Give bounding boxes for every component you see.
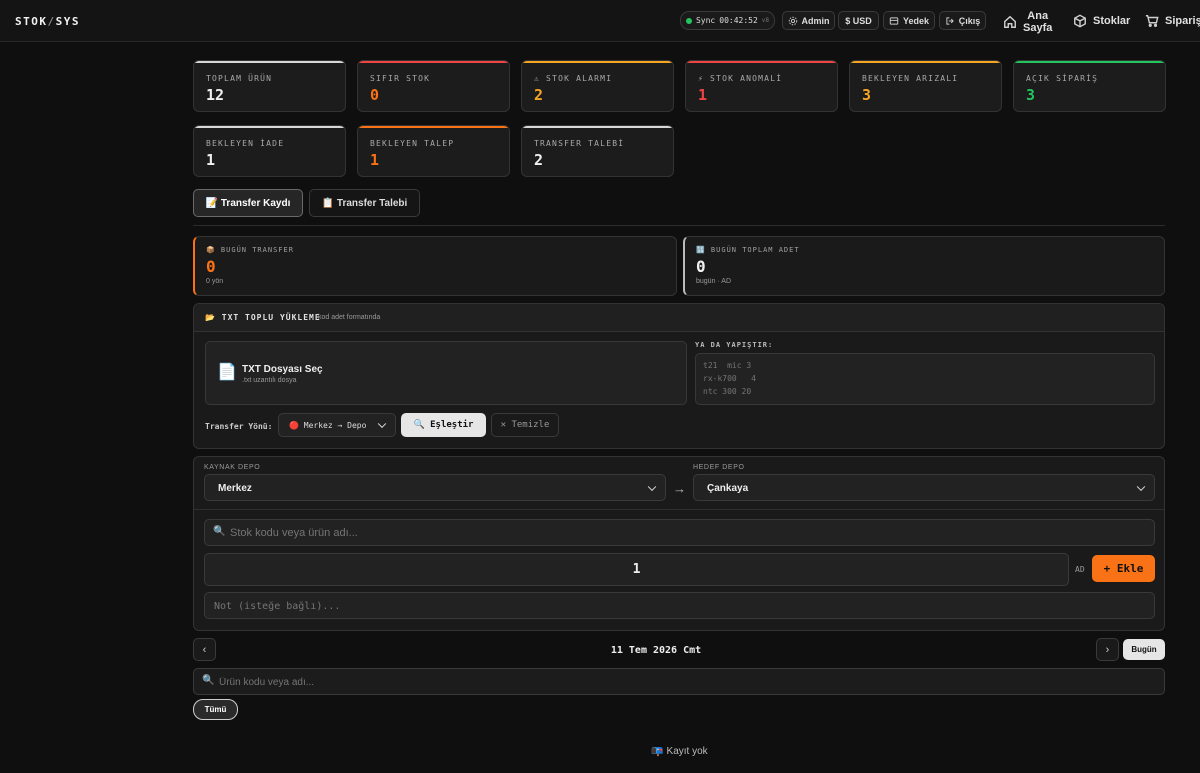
- stat-card-value: 3: [862, 86, 872, 104]
- stat-card[interactable]: BEKLEYEN ARIZALI 3: [849, 60, 1002, 112]
- note-input[interactable]: [214, 598, 1144, 614]
- app-logo[interactable]: STOK/SYS: [15, 15, 80, 28]
- sync-status[interactable]: Sync 00:42:52 v8: [680, 11, 775, 30]
- current-date: 11 Tem 2026 Cmt: [610, 645, 702, 656]
- arrow-icon: →: [673, 481, 686, 496]
- txt-file-picker[interactable]: 📄 TXT Dosyası Seç .txt uzantılı dosya: [205, 341, 687, 405]
- quantity-input[interactable]: 1: [204, 553, 1069, 586]
- chevron-down-icon: [377, 419, 387, 429]
- box-icon: [1074, 14, 1086, 28]
- source-select[interactable]: Merkez: [204, 474, 666, 501]
- direction-label: Transfer Yönü:: [205, 422, 273, 431]
- target-label: HEDEF DEPO: [693, 464, 745, 471]
- stat-card-label: BEKLEYEN İADE: [206, 139, 285, 148]
- stat-card-accent: [522, 126, 673, 128]
- currency-button[interactable]: $ USD: [838, 11, 879, 30]
- today-button[interactable]: Bugün: [1123, 639, 1165, 660]
- stat-card-accent: [850, 61, 1001, 63]
- stat-card-label: ⚡ STOK ANOMALİ: [698, 74, 783, 83]
- stat-card-accent: [522, 61, 673, 63]
- stat-card-accent: [686, 61, 837, 63]
- stat-card-value: 12: [206, 86, 225, 104]
- file-picker-title: TXT Dosyası Seç: [242, 364, 323, 375]
- stock-search-field[interactable]: 🔍: [204, 519, 1155, 546]
- file-icon: 📄: [217, 364, 237, 381]
- chevron-down-icon: [647, 482, 657, 491]
- bulk-upload-panel: 📂 TXT TOPLU YÜKLEME kod adet formatında …: [193, 303, 1165, 449]
- stat-card-label: TRANSFER TALEBİ: [534, 139, 625, 148]
- bulk-upload-header: 📂 TXT TOPLU YÜKLEME kod adet formatında: [194, 304, 1164, 332]
- nav-stocks[interactable]: Stoklar: [1073, 14, 1130, 28]
- bulk-upload-title: 📂 TXT TOPLU YÜKLEME: [205, 313, 321, 322]
- stat-card-label: AÇIK SİPARİŞ: [1026, 74, 1099, 83]
- stat-card[interactable]: TOPLAM ÜRÜN 12: [193, 60, 346, 112]
- clear-button[interactable]: ✕ Temizle: [491, 413, 559, 437]
- stat-card[interactable]: AÇIK SİPARİŞ 3: [1013, 60, 1166, 112]
- search-icon: 🔍: [202, 675, 215, 686]
- unit-label: AD: [1075, 565, 1085, 574]
- logout-button[interactable]: Çıkış: [939, 11, 986, 30]
- stat-card-value: 3: [1026, 86, 1036, 104]
- paste-label: YA DA YAPIŞTIR:: [695, 341, 774, 349]
- chevron-down-icon: [1136, 482, 1146, 491]
- stat-card-label: ⚠ STOK ALARMI: [534, 74, 613, 83]
- stat-card-value: 1: [698, 86, 708, 104]
- empty-state: 📭 Kayıt yok: [651, 746, 708, 757]
- filter-all-button[interactable]: Tümü: [193, 699, 238, 720]
- archive-icon: [889, 16, 899, 25]
- note-field[interactable]: [204, 592, 1155, 619]
- stat-card[interactable]: ⚠ STOK ALARMI 2: [521, 60, 674, 112]
- stat-card-accent: [358, 61, 509, 63]
- file-picker-sub: .txt uzantılı dosya: [242, 377, 297, 384]
- stat-card[interactable]: SIFIR STOK 0: [357, 60, 510, 112]
- stat-card-accent: [194, 126, 345, 128]
- stat-card[interactable]: BEKLEYEN TALEP 1: [357, 125, 510, 177]
- source-label: KAYNAK DEPO: [204, 464, 261, 471]
- stat-card-accent: [358, 126, 509, 128]
- history-search-input[interactable]: [219, 674, 1149, 690]
- top-bar: STOK/SYS Sync 00:42:52 v8 Admin $ USD Ye…: [0, 0, 1200, 42]
- today-transfer-card: 📦 BUGÜN TRANSFER 0 0 yön: [193, 236, 677, 296]
- paste-textarea[interactable]: [695, 353, 1155, 405]
- cart-icon: [1145, 15, 1159, 27]
- next-day-button[interactable]: ›: [1096, 638, 1119, 661]
- stat-card-accent: [194, 61, 345, 63]
- search-icon: 🔍: [213, 526, 226, 537]
- admin-button[interactable]: Admin: [782, 11, 835, 30]
- stock-search-input[interactable]: [230, 525, 1130, 541]
- stat-card-value: 2: [534, 86, 544, 104]
- stat-card-value: 2: [534, 151, 544, 169]
- stat-card[interactable]: ⚡ STOK ANOMALİ 1: [685, 60, 838, 112]
- stat-card[interactable]: BEKLEYEN İADE 1: [193, 125, 346, 177]
- stat-card-value: 1: [370, 151, 380, 169]
- stat-card[interactable]: TRANSFER TALEBİ 2: [521, 125, 674, 177]
- direction-select[interactable]: 🔴 Merkez → Depo: [278, 413, 396, 437]
- logout-icon: [946, 16, 954, 25]
- divider: [193, 225, 1165, 226]
- stat-card-label: BEKLEYEN TALEP: [370, 139, 455, 148]
- form-divider: [194, 509, 1164, 510]
- backup-button[interactable]: Yedek: [883, 11, 935, 30]
- gear-icon: [788, 16, 797, 25]
- tab-transfer-request[interactable]: 📋 Transfer Talebi: [309, 189, 420, 217]
- transfer-form-panel: KAYNAK DEPO Merkez → HEDEF DEPO Çankaya …: [193, 456, 1165, 631]
- stat-card-label: SIFIR STOK: [370, 74, 431, 83]
- today-total-card: 🔢 BUGÜN TOPLAM ADET 0 bugün · AD: [683, 236, 1165, 296]
- match-button[interactable]: 🔍 Eşleştir: [401, 413, 486, 437]
- stat-card-value: 1: [206, 151, 216, 169]
- add-button[interactable]: + Ekle: [1092, 555, 1155, 582]
- target-select[interactable]: Çankaya: [693, 474, 1155, 501]
- tab-transfer-record[interactable]: 📝 Transfer Kaydı: [193, 189, 303, 217]
- stat-card-label: BEKLEYEN ARIZALI: [862, 74, 959, 83]
- nav-home[interactable]: Ana Sayfa: [1003, 10, 1052, 34]
- bulk-upload-hint: kod adet formatında: [318, 314, 381, 321]
- stat-card-label: TOPLAM ÜRÜN: [206, 74, 273, 83]
- history-search-field[interactable]: 🔍: [193, 668, 1165, 695]
- stat-card-accent: [1014, 61, 1165, 63]
- nav-orders[interactable]: Sipariş: [1145, 14, 1200, 28]
- stat-card-value: 0: [370, 86, 380, 104]
- home-icon: [1004, 15, 1016, 28]
- sync-dot-icon: [685, 17, 692, 24]
